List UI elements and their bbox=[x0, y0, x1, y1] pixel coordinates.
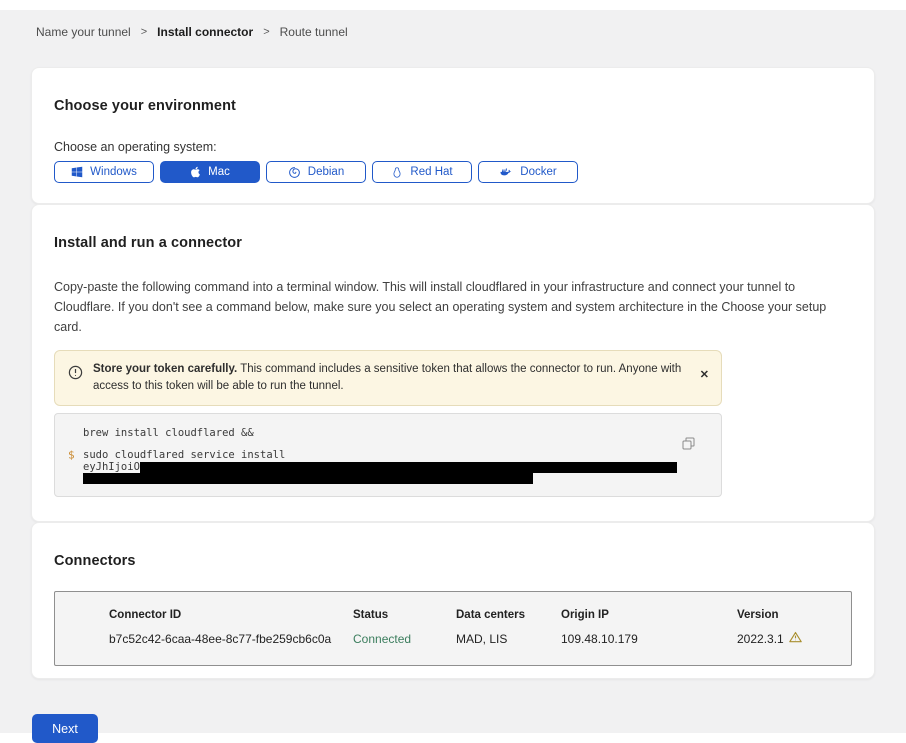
header-connector-id: Connector ID bbox=[109, 609, 353, 621]
breadcrumb-step-name-your-tunnel[interactable]: Name your tunnel bbox=[36, 25, 131, 39]
os-button-label: Debian bbox=[308, 166, 344, 178]
connectors-title: Connectors bbox=[54, 553, 852, 569]
docker-logo-icon bbox=[499, 166, 513, 178]
choose-environment-title: Choose your environment bbox=[54, 98, 852, 114]
header-data-centers: Data centers bbox=[456, 609, 561, 621]
header-origin-ip: Origin IP bbox=[561, 609, 737, 621]
content-background: Name your tunnel > Install connector > R… bbox=[0, 10, 906, 733]
os-button-group: Windows Mac Debian bbox=[54, 161, 852, 183]
cell-status: Connected bbox=[353, 632, 456, 646]
choose-environment-card: Choose your environment Choose an operat… bbox=[31, 67, 875, 204]
install-connector-title: Install and run a connector bbox=[54, 235, 852, 251]
apple-logo-icon bbox=[190, 166, 201, 178]
terminal-prompt: $ bbox=[68, 449, 75, 462]
terminal-token-line: eyJhIjoiO bbox=[83, 461, 693, 473]
os-button-label: Windows bbox=[90, 166, 137, 178]
cell-data-centers: MAD, LIS bbox=[456, 632, 561, 646]
next-button[interactable]: Next bbox=[32, 714, 98, 743]
redhat-logo-icon bbox=[391, 166, 403, 179]
windows-logo-icon bbox=[71, 166, 83, 178]
breadcrumb-separator: > bbox=[141, 26, 147, 38]
os-button-docker[interactable]: Docker bbox=[478, 161, 578, 183]
terminal-command-line-2: sudo cloudflared service install bbox=[83, 449, 693, 461]
token-warning-title: Store your token carefully. bbox=[93, 363, 237, 375]
close-icon[interactable]: ✕ bbox=[700, 370, 709, 380]
warning-triangle-icon bbox=[789, 631, 802, 646]
connectors-card: Connectors Connector ID Status Data cent… bbox=[31, 522, 875, 679]
token-warning-text: Store your token carefully. This command… bbox=[93, 361, 700, 395]
table-row: b7c52c42-6caa-48ee-8c77-fbe259cb6c0a Con… bbox=[109, 631, 851, 646]
os-select-label: Choose an operating system: bbox=[54, 140, 852, 154]
cell-origin-ip: 109.48.10.179 bbox=[561, 632, 737, 646]
os-button-label: Docker bbox=[520, 166, 556, 178]
os-button-redhat[interactable]: Red Hat bbox=[372, 161, 472, 183]
os-button-label: Mac bbox=[208, 166, 230, 178]
install-connector-description: Copy-paste the following command into a … bbox=[54, 277, 852, 337]
breadcrumb-separator: > bbox=[263, 26, 269, 38]
table-header-row: Connector ID Status Data centers Origin … bbox=[109, 609, 851, 621]
breadcrumb-step-route-tunnel[interactable]: Route tunnel bbox=[280, 25, 348, 39]
os-button-label: Red Hat bbox=[410, 166, 452, 178]
cell-version: 2022.3.1 bbox=[737, 631, 851, 646]
terminal-command-line-1: brew install cloudflared && bbox=[83, 427, 693, 439]
token-warning-banner: Store your token carefully. This command… bbox=[54, 350, 722, 406]
header-version: Version bbox=[737, 609, 851, 621]
breadcrumb-step-install-connector[interactable]: Install connector bbox=[157, 25, 253, 39]
cell-connector-id: b7c52c42-6caa-48ee-8c77-fbe259cb6c0a bbox=[109, 632, 353, 646]
wizard-footer: Next bbox=[0, 679, 906, 743]
alert-circle-icon bbox=[68, 365, 83, 385]
os-button-windows[interactable]: Windows bbox=[54, 161, 154, 183]
header-status: Status bbox=[353, 609, 456, 621]
copy-icon[interactable] bbox=[682, 437, 695, 453]
debian-logo-icon bbox=[288, 166, 301, 179]
os-button-debian[interactable]: Debian bbox=[266, 161, 366, 183]
os-button-mac[interactable]: Mac bbox=[160, 161, 260, 183]
connectors-table: Connector ID Status Data centers Origin … bbox=[54, 591, 852, 666]
version-text: 2022.3.1 bbox=[737, 632, 784, 646]
redacted-token-bar-1 bbox=[140, 462, 677, 473]
token-prefix-text: eyJhIjoiO bbox=[83, 461, 140, 473]
redacted-token-bar-2 bbox=[83, 473, 533, 484]
install-connector-card: Install and run a connector Copy-paste t… bbox=[31, 204, 875, 522]
breadcrumb: Name your tunnel > Install connector > R… bbox=[0, 10, 906, 39]
terminal-command-block: $ brew install cloudflared && sudo cloud… bbox=[54, 413, 722, 497]
